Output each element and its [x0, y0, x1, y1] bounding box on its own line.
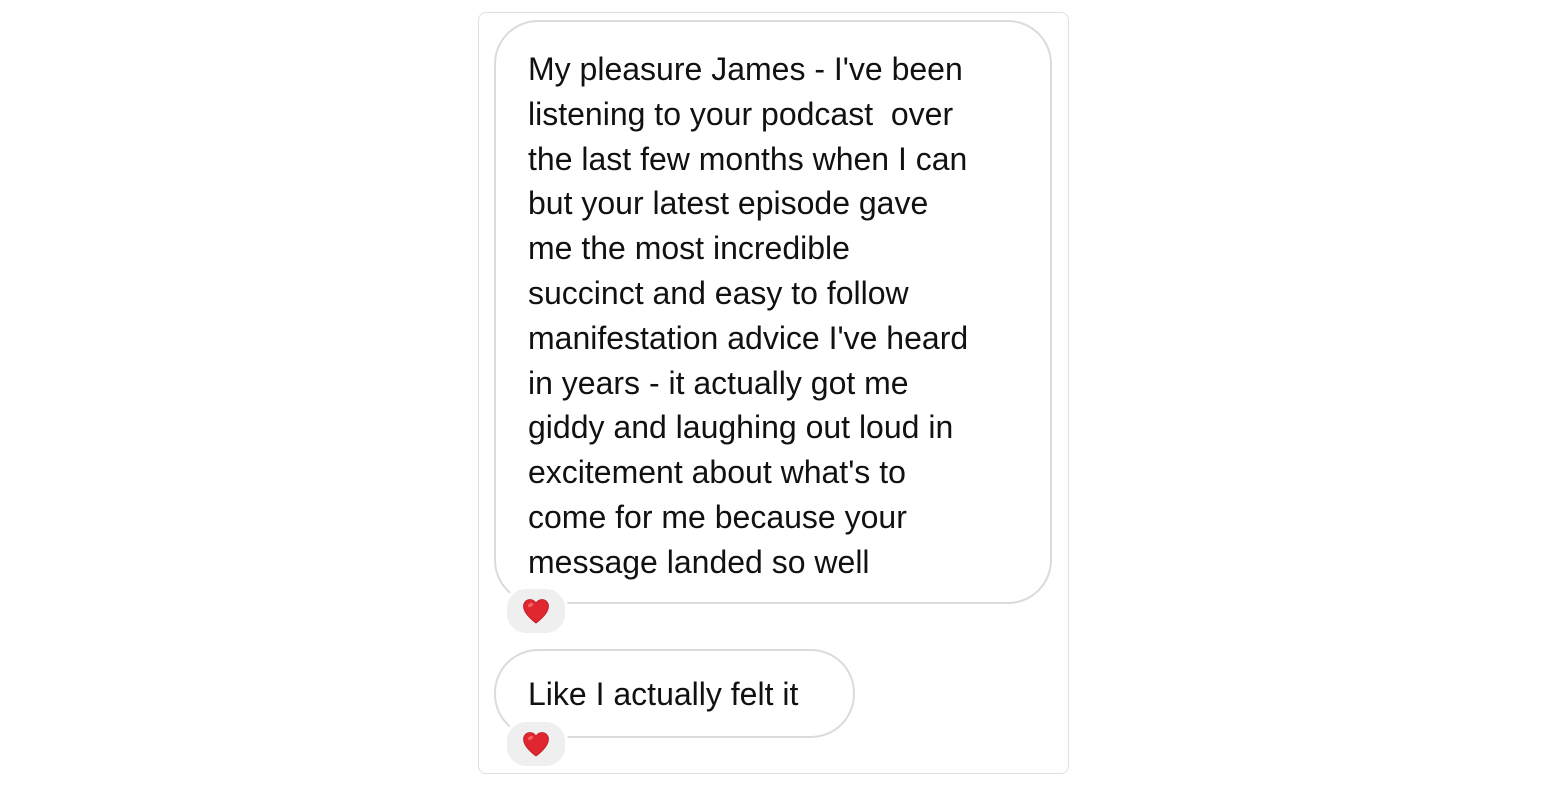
heart-reaction[interactable] [504, 719, 568, 769]
heart-reaction[interactable] [504, 586, 568, 636]
message-text: My pleasure James - I've been listening … [528, 47, 1022, 585]
message-text-line: manifestation advice I've heard [528, 319, 969, 356]
message-bubble[interactable]: My pleasure James - I've been listening … [494, 20, 1052, 604]
message-text-line: but your latest episode gave [528, 185, 929, 222]
message-text-line: me the most incredible [528, 230, 850, 267]
message-text-line: in years - it actually got me [528, 364, 909, 401]
message-text-line: come for me because your [528, 498, 907, 535]
message-text-line: succinct and easy to follow [528, 274, 909, 311]
message-text-line: message landed so well [528, 543, 870, 580]
red-heart-icon [523, 732, 549, 757]
red-heart-icon [523, 599, 549, 624]
message-text-line: My pleasure James - I've been [528, 51, 963, 87]
message-text-line: listening to your podcast over [528, 95, 954, 132]
message-text-line: Like I actually felt it [528, 676, 799, 712]
message-text: Like I actually felt it [528, 672, 825, 717]
message-text-line: giddy and laughing out loud in [528, 409, 954, 446]
message-text-line: the last few months when I can [528, 140, 968, 177]
message-text-line: excitement about what's to [528, 454, 906, 491]
